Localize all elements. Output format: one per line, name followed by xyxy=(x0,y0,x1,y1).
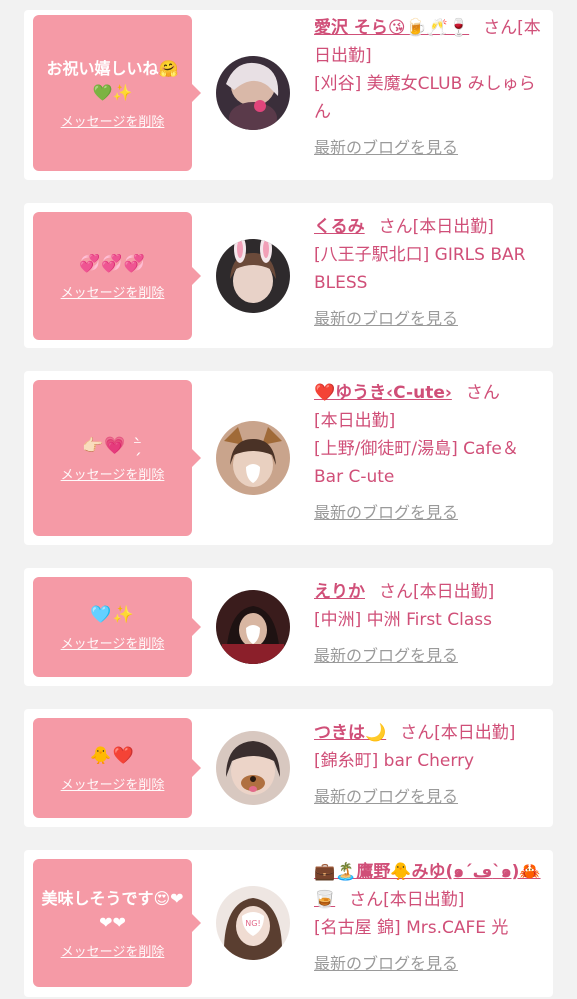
shop-info: [刈谷] 美魔女CLUB みしゅらん xyxy=(314,74,536,122)
message-text: 👉🏻💗 ⁻̗̀ xyxy=(82,435,143,456)
attendance-status: [本日出勤] xyxy=(383,890,465,910)
delete-message-link[interactable]: メッセージを削除 xyxy=(61,633,165,652)
cast-info: つきは🌙 さん[本日出勤] [錦糸町] bar Cherry 最新のブログを見る xyxy=(314,719,546,811)
cast-info: 愛沢 そら😘🍺🥂🍷 さん[本日出勤] [刈谷] 美魔女CLUB みしゅらん 最新の… xyxy=(314,14,546,162)
cast-name-link[interactable]: えりか xyxy=(314,582,365,602)
attendance-status: [本日出勤] xyxy=(412,217,494,237)
avatar-photo xyxy=(216,590,290,664)
message-bubble: 美味しそうです😍❤❤❤ メッセージを削除 xyxy=(33,859,201,987)
shop-info: [上野/御徒町/湯島] Cafe＆Bar C-ute xyxy=(314,439,519,487)
honorific: さん xyxy=(379,582,413,602)
avatar-photo xyxy=(216,421,290,495)
view-blog-link[interactable]: 最新のブログを見る xyxy=(314,642,546,670)
message-bubble: 🩵✨ メッセージを削除 xyxy=(33,577,201,677)
delete-message-link[interactable]: メッセージを削除 xyxy=(61,111,165,130)
message-bubble: 👉🏻💗 ⁻̗̀ メッセージを削除 xyxy=(33,380,201,536)
svg-text:NG!: NG! xyxy=(245,919,260,928)
cast-info: ❤️ゆうき‹C-ute› さん [本日出勤] [上野/御徒町/湯島] Cafe＆B… xyxy=(314,379,546,527)
delete-message-link[interactable]: メッセージを削除 xyxy=(61,774,165,793)
view-blog-link[interactable]: 最新のブログを見る xyxy=(314,305,546,333)
honorific: さん xyxy=(483,18,518,38)
message-text: 🩵✨ xyxy=(90,604,135,625)
message-card: 🐥❤️ メッセージを削除 つきは🌙 さん[本日出勤] [錦糸町] bar Cher… xyxy=(24,709,553,827)
message-card: お祝い嬉しいね🤗💚✨ メッセージを削除 愛沢 そら😘🍺🥂🍷 さん[本日出勤] [刈… xyxy=(24,10,553,180)
message-text: 🐥❤️ xyxy=(90,745,135,766)
avatar[interactable] xyxy=(216,590,290,664)
attendance-status: [本日出勤] xyxy=(434,723,516,743)
delete-message-link[interactable]: メッセージを削除 xyxy=(61,282,165,301)
avatar-photo: NG! xyxy=(216,886,290,960)
avatar[interactable] xyxy=(216,731,290,805)
avatar-photo xyxy=(216,731,290,805)
shop-info: [八王子駅北口] GIRLS BAR BLESS xyxy=(314,245,526,293)
avatar[interactable] xyxy=(216,421,290,495)
view-blog-link[interactable]: 最新のブログを見る xyxy=(314,950,546,978)
cast-name-link[interactable]: つきは🌙 xyxy=(314,723,386,743)
shop-info: [名古屋 錦] Mrs.CAFE 光 xyxy=(314,918,509,938)
honorific: さん xyxy=(465,383,500,403)
cast-info: えりか さん[本日出勤] [中洲] 中洲 First Class 最新のブログを見… xyxy=(314,578,546,670)
cast-info: 💼🏝️鷹野🐥みゆ(๑´ڡ`๑)🦀🥃 さん[本日出勤] [名古屋 錦] Mrs.CA… xyxy=(314,858,546,978)
message-text: 美味しそうです😍❤❤❤ xyxy=(41,888,184,932)
message-card: 美味しそうです😍❤❤❤ メッセージを削除 NG! 💼🏝️鷹野🐥みゆ(๑´ڡ`๑)… xyxy=(24,850,553,997)
avatar[interactable]: NG! xyxy=(216,886,290,960)
message-card: 👉🏻💗 ⁻̗̀ メッセージを削除 ❤️ゆうき‹C-ute› さん [本日出勤] [… xyxy=(24,371,553,545)
view-blog-link[interactable]: 最新のブログを見る xyxy=(314,134,546,162)
delete-message-link[interactable]: メッセージを削除 xyxy=(61,464,165,483)
cast-info: くるみ さん[本日出勤] [八王子駅北口] GIRLS BAR BLESS 最新の… xyxy=(314,213,546,333)
shop-info: [中洲] 中洲 First Class xyxy=(314,610,492,630)
message-text: お祝い嬉しいね🤗💚✨ xyxy=(46,58,179,102)
message-card: 💞💞💞 メッセージを削除 くるみ さん[本日出勤] [八王子駅北口] GIRLS … xyxy=(24,203,553,348)
avatar[interactable] xyxy=(216,239,290,313)
honorific: さん xyxy=(349,890,384,910)
attendance-status: [本日出勤] xyxy=(314,411,396,431)
cast-name-link[interactable]: 愛沢 そら😘🍺🥂🍷 xyxy=(314,18,469,38)
message-card: 🩵✨ メッセージを削除 えりか さん[本日出勤] [中洲] 中洲 First Cl… xyxy=(24,568,553,686)
message-bubble: 💞💞💞 メッセージを削除 xyxy=(33,212,201,340)
honorific: さん xyxy=(400,723,435,743)
shop-info: [錦糸町] bar Cherry xyxy=(314,751,475,771)
avatar-photo xyxy=(216,56,290,130)
view-blog-link[interactable]: 最新のブログを見る xyxy=(314,783,546,811)
message-text: 💞💞💞 xyxy=(79,253,146,274)
attendance-status: [本日出勤] xyxy=(413,582,495,602)
avatar-photo xyxy=(216,239,290,313)
message-bubble: お祝い嬉しいね🤗💚✨ メッセージを削除 xyxy=(33,15,201,171)
view-blog-link[interactable]: 最新のブログを見る xyxy=(314,499,546,527)
delete-message-link[interactable]: メッセージを削除 xyxy=(61,941,165,960)
honorific: さん xyxy=(378,217,413,237)
cast-name-link[interactable]: くるみ xyxy=(314,217,365,237)
cast-name-link[interactable]: ❤️ゆうき‹C-ute› xyxy=(314,383,452,403)
avatar[interactable] xyxy=(216,56,290,130)
message-bubble: 🐥❤️ メッセージを削除 xyxy=(33,718,201,818)
